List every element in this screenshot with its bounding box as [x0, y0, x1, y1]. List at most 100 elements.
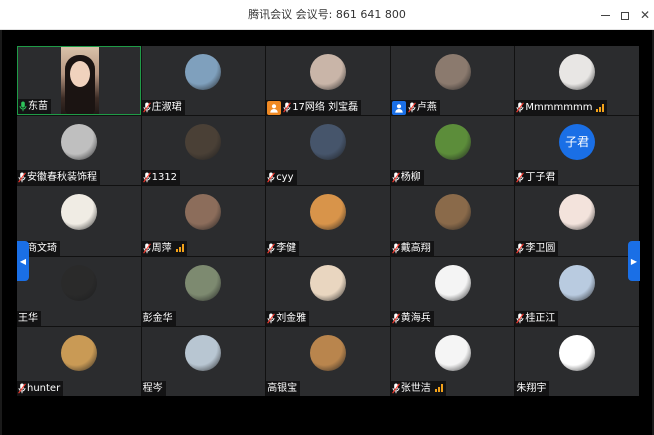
participant-tile[interactable]: 安徽春秋装饰程: [17, 116, 141, 186]
participant-tile[interactable]: 张世洁: [390, 326, 515, 396]
name-bar: 17网络 刘宝磊: [266, 100, 362, 116]
participant-name: 彭金华: [142, 312, 173, 324]
name-bar: 1312: [141, 170, 181, 186]
maximize-button[interactable]: [614, 0, 636, 30]
participant-tile[interactable]: 庄淑珺: [141, 46, 266, 116]
participant-tile[interactable]: 王华: [17, 256, 141, 326]
participant-tile[interactable]: 商文琦: [17, 186, 141, 256]
participant-grid: 东苗 庄淑珺 17网络 刘宝磊 卢燕 Mmmmmmm 安徽春秋装饰程 1312 cyy 杨柳 子君…: [17, 46, 639, 396]
name-bar: 程岑: [141, 380, 166, 396]
microphone-icon: [142, 243, 151, 254]
avatar: 子君: [559, 124, 596, 161]
participant-name: 桂正江: [525, 312, 556, 324]
avatar: [309, 194, 346, 231]
participant-video: [61, 47, 99, 115]
close-button[interactable]: ✕: [634, 0, 654, 30]
name-bar: 王华: [17, 310, 41, 326]
participant-name: 张世洁: [400, 382, 431, 394]
microphone-icon: [142, 102, 151, 113]
participant-name: 李健: [276, 242, 297, 254]
participant-name: 丁子君: [525, 172, 556, 184]
prev-page-button[interactable]: ◀: [17, 241, 29, 281]
microphone-icon: [19, 101, 27, 112]
participant-name: 庄淑珺: [151, 102, 182, 114]
avatar: [434, 194, 471, 231]
avatar: [185, 334, 222, 371]
avatar: [309, 334, 346, 371]
participant-tile[interactable]: 周萍: [141, 186, 266, 256]
next-page-button[interactable]: ▶: [628, 241, 640, 281]
participant-tile[interactable]: 李卫圆: [515, 186, 639, 256]
signal-icon: [434, 384, 443, 393]
participant-tile[interactable]: 17网络 刘宝磊: [266, 46, 390, 116]
participant-tile[interactable]: 黄海兵: [390, 256, 515, 326]
name-bar: 安徽春秋装饰程: [17, 170, 100, 186]
maximize-icon: [621, 11, 629, 20]
microphone-icon: [516, 102, 525, 113]
participant-tile[interactable]: 戴高翔: [390, 186, 515, 256]
name-bar: 杨柳: [390, 170, 424, 186]
user-icon: [394, 103, 403, 113]
avatar: [559, 194, 596, 231]
avatar: [309, 124, 346, 161]
name-bar: 周萍: [141, 240, 187, 256]
name-bar: Mmmmmmm: [515, 100, 608, 116]
participant-name: Mmmmmmm: [525, 102, 593, 114]
meeting-stage: 东苗 庄淑珺 17网络 刘宝磊 卢燕 Mmmmmmm 安徽春秋装饰程 1312 cyy 杨柳 子君…: [0, 30, 654, 435]
participant-name: 安徽春秋装饰程: [27, 172, 97, 184]
participant-name: 朱翔宇: [516, 382, 547, 394]
name-bar: 李健: [266, 240, 300, 256]
name-bar: 彭金华: [141, 310, 176, 326]
participant-tile[interactable]: 东苗: [17, 46, 141, 116]
minimize-button[interactable]: [594, 0, 616, 30]
avatar: [60, 124, 97, 161]
participant-tile[interactable]: 李健: [266, 186, 390, 256]
participant-tile[interactable]: 朱翔宇: [515, 326, 639, 396]
microphone-icon: [267, 172, 276, 183]
name-bar: 东苗: [18, 99, 51, 115]
participant-tile[interactable]: cyy: [266, 116, 390, 186]
participant-tile[interactable]: 子君 丁子君: [515, 116, 639, 186]
participant-name: 1312: [151, 172, 178, 184]
microphone-icon: [283, 102, 292, 113]
participant-name: 程岑: [142, 382, 163, 394]
participant-tile[interactable]: 1312: [141, 116, 266, 186]
participant-name: 王华: [18, 312, 38, 324]
avatar: [309, 264, 346, 301]
microphone-icon: [407, 102, 416, 113]
host-badge: [267, 100, 282, 115]
participant-tile[interactable]: 程岑: [141, 326, 266, 396]
participant-tile[interactable]: 卢燕: [390, 46, 515, 116]
name-bar: hunter: [17, 380, 64, 396]
name-bar: 黄海兵: [390, 310, 434, 326]
chevron-left-icon: ◀: [19, 256, 27, 266]
avatar: [185, 124, 222, 161]
participant-tile[interactable]: 彭金华: [141, 256, 266, 326]
microphone-icon: [391, 243, 400, 254]
microphone-icon: [516, 313, 525, 324]
name-bar: 高银宝: [266, 380, 301, 396]
participant-tile[interactable]: 桂正江: [515, 256, 639, 326]
avatar: [434, 54, 471, 90]
chevron-right-icon: ▶: [630, 256, 638, 266]
window-title: 腾讯会议 会议号: 861 641 800: [248, 8, 406, 21]
avatar: [559, 264, 596, 301]
video-face: [70, 61, 90, 87]
participant-tile[interactable]: 杨柳: [390, 116, 515, 186]
signal-icon: [175, 244, 184, 253]
participant-tile[interactable]: 高银宝: [266, 326, 390, 396]
participant-name: 刘金雅: [276, 312, 307, 324]
participant-tile[interactable]: Mmmmmmm: [515, 46, 639, 116]
participant-tile[interactable]: 刘金雅: [266, 256, 390, 326]
microphone-icon: [516, 243, 525, 254]
participant-tile[interactable]: hunter: [17, 326, 141, 396]
microphone-icon: [391, 172, 400, 183]
participant-name: 杨柳: [400, 172, 421, 184]
name-bar: 刘金雅: [266, 310, 310, 326]
avatar: [309, 54, 346, 90]
minimize-icon: [600, 14, 610, 17]
avatar: [185, 194, 222, 231]
microphone-icon: [391, 313, 400, 324]
name-bar: 戴高翔: [390, 240, 434, 256]
avatar: [434, 264, 471, 301]
